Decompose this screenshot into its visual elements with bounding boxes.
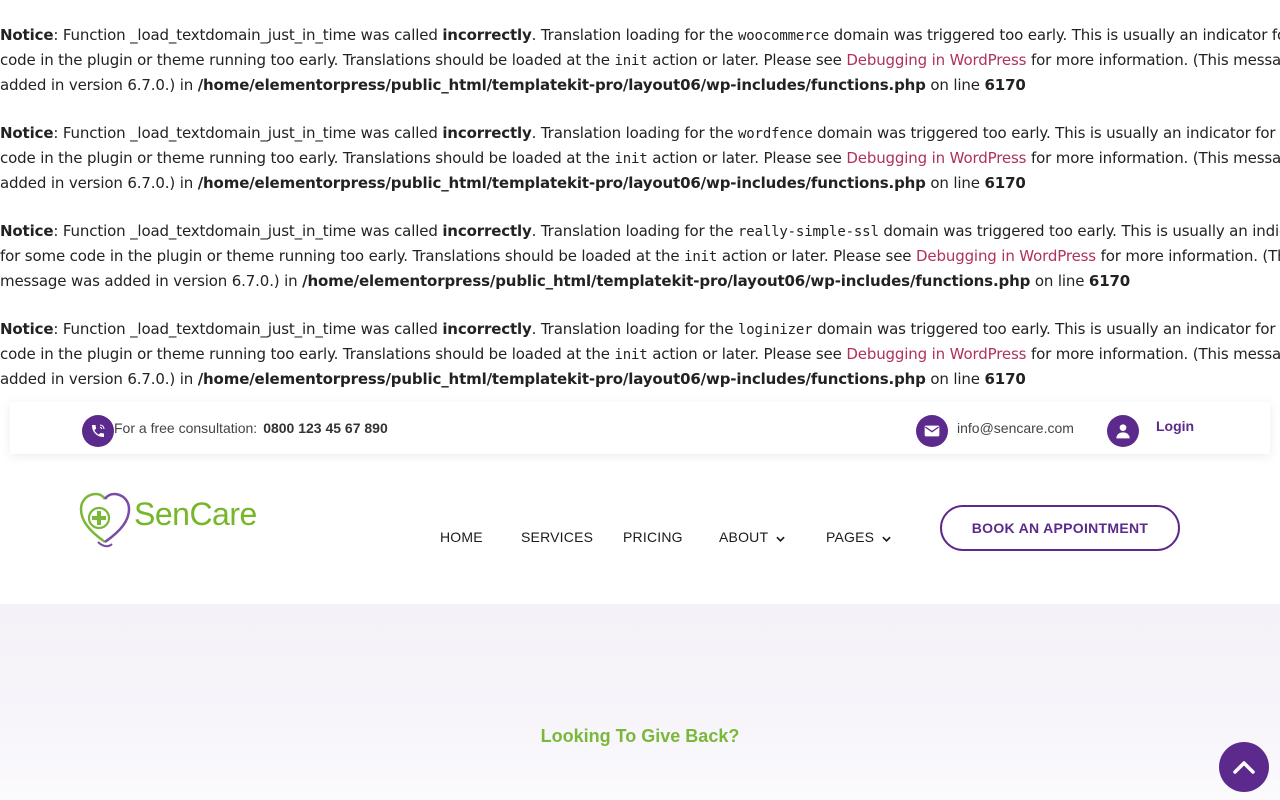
heart-cross-icon [79, 492, 131, 548]
notice-text: domain was triggered too early. This is … [833, 26, 1280, 44]
notice-line-number: 6170 [984, 174, 1026, 192]
debugging-link[interactable]: Debugging in WordPress [846, 345, 1026, 363]
notice-label: Notice [0, 320, 54, 338]
nav-home[interactable]: HOME [440, 529, 483, 545]
consultation-text: For a free consultation: 0800 123 45 67 8… [114, 420, 388, 436]
notice-text: action or later. Please see [717, 247, 916, 265]
notice-text: for more information. (This message was [1030, 149, 1280, 167]
phone-icon[interactable] [82, 415, 114, 447]
logo-text: SenCare [134, 496, 257, 532]
notice-text: code in the plugin or theme running too … [0, 345, 615, 363]
notice-init: init [684, 249, 718, 265]
php-notice: Notice: Function _load_textdomain_just_i… [0, 121, 1280, 196]
debugging-link[interactable]: Debugging in WordPress [846, 149, 1026, 167]
notice-text: added in version 6.7.0.) in [0, 76, 198, 94]
login-link[interactable]: Login [1156, 418, 1194, 434]
notice-domain: woocommerce [737, 28, 830, 44]
notice-path: /home/elementorpress/public_html/templat… [302, 272, 1031, 290]
nav-pricing[interactable]: PRICING [623, 529, 683, 545]
notice-text: action or later. Please see [647, 149, 847, 167]
notice-text: domain was triggered too early. This is … [878, 222, 1280, 240]
notice-text: on line [1030, 272, 1089, 290]
notice-text: . Translation loading for the [531, 222, 738, 240]
notice-text: code in the plugin or theme running too … [0, 149, 615, 167]
notice-domain: really-simple-ssl [737, 224, 879, 240]
notice-text: on line [925, 76, 985, 94]
notice-label: Notice [0, 124, 54, 142]
notice-text: . Translation loading for the [531, 124, 738, 142]
chevron-up-icon [1233, 761, 1255, 774]
scroll-to-top-button[interactable] [1219, 742, 1269, 792]
book-appointment-button[interactable]: BOOK AN APPOINTMENT [940, 505, 1180, 551]
notice-text: : Function _load_textdomain_just_in_time… [53, 124, 443, 142]
notice-text: on line [925, 174, 985, 192]
notice-text: for some code in the plugin or theme run… [0, 247, 685, 265]
chevron-down-icon [776, 534, 785, 545]
notice-text: for more information. (This message was [1030, 345, 1280, 363]
notice-text: action or later. Please see [647, 345, 847, 363]
notice-text: domain was triggered too early. This is … [812, 320, 1280, 338]
notice-text: : Function _load_textdomain_just_in_time… [53, 320, 443, 338]
notice-text: action or later. Please see [647, 51, 847, 69]
notice-text: code in the plugin or theme running too … [0, 51, 615, 69]
notice-text: . Translation loading for the [531, 320, 738, 338]
consultation-label: For a free consultation: [114, 420, 258, 436]
hero-title: Looking To Give Back? [540, 726, 740, 746]
notice-text: added in version 6.7.0.) in [0, 174, 198, 192]
chevron-down-icon [882, 534, 891, 545]
notice-label: Notice [0, 26, 54, 44]
php-notice: Notice: Function _load_textdomain_just_i… [0, 23, 1280, 98]
notice-path: /home/elementorpress/public_html/templat… [197, 76, 926, 94]
php-notice: Notice: Function _load_textdomain_just_i… [0, 219, 1280, 294]
notice-init: init [614, 151, 648, 167]
nav-about[interactable]: ABOUT [719, 529, 785, 545]
notice-path: /home/elementorpress/public_html/templat… [197, 174, 926, 192]
notice-path: /home/elementorpress/public_html/templat… [197, 370, 926, 388]
notice-domain: wordfence [737, 126, 813, 142]
notice-line-number: 6170 [984, 370, 1026, 388]
sencare-logo[interactable]: SenCare [78, 490, 258, 550]
mail-icon[interactable] [916, 415, 948, 447]
notice-strong: incorrectly [442, 124, 532, 142]
notice-text: message was added in version 6.7.0.) in [0, 272, 303, 290]
notice-text: : Function _load_textdomain_just_in_time… [53, 222, 443, 240]
notice-text: domain was triggered too early. This is … [812, 124, 1280, 142]
site-header: SenCare HOME SERVICES PRICING ABOUT PAGE… [0, 470, 1280, 600]
notice-strong: incorrectly [442, 222, 532, 240]
debugging-link[interactable]: Debugging in WordPress [916, 247, 1096, 265]
notice-line-number: 6170 [1088, 272, 1131, 290]
nav-about-label: ABOUT [719, 529, 769, 545]
notice-text: . Translation loading for the [531, 26, 738, 44]
notice-text: added in version 6.7.0.) in [0, 370, 198, 388]
phone-number[interactable]: 0800 123 45 67 890 [263, 420, 388, 436]
top-contact-bar: For a free consultation: 0800 123 45 67 8… [10, 402, 1270, 454]
email-link[interactable]: info@sencare.com [957, 420, 1074, 436]
notice-line-number: 6170 [984, 76, 1026, 94]
notice-text: for more information. (This [1095, 247, 1280, 265]
notice-init: init [614, 347, 648, 363]
notice-strong: incorrectly [442, 26, 532, 44]
nav-services[interactable]: SERVICES [521, 529, 593, 545]
notice-text: on line [925, 370, 985, 388]
php-notices: Notice: Function _load_textdomain_just_i… [0, 23, 1280, 415]
notice-strong: incorrectly [442, 320, 532, 338]
notice-text: for more information. (This message was [1030, 51, 1280, 69]
php-notice: Notice: Function _load_textdomain_just_i… [0, 317, 1280, 392]
user-icon[interactable] [1107, 415, 1139, 447]
nav-pages[interactable]: PAGES [826, 529, 891, 545]
hero-section: Looking To Give Back? [0, 604, 1280, 800]
notice-label: Notice [0, 222, 54, 240]
notice-init: init [614, 53, 648, 69]
notice-text: : Function _load_textdomain_just_in_time… [53, 26, 443, 44]
debugging-link[interactable]: Debugging in WordPress [846, 51, 1026, 69]
notice-domain: loginizer [737, 322, 813, 338]
nav-pages-label: PAGES [826, 529, 875, 545]
